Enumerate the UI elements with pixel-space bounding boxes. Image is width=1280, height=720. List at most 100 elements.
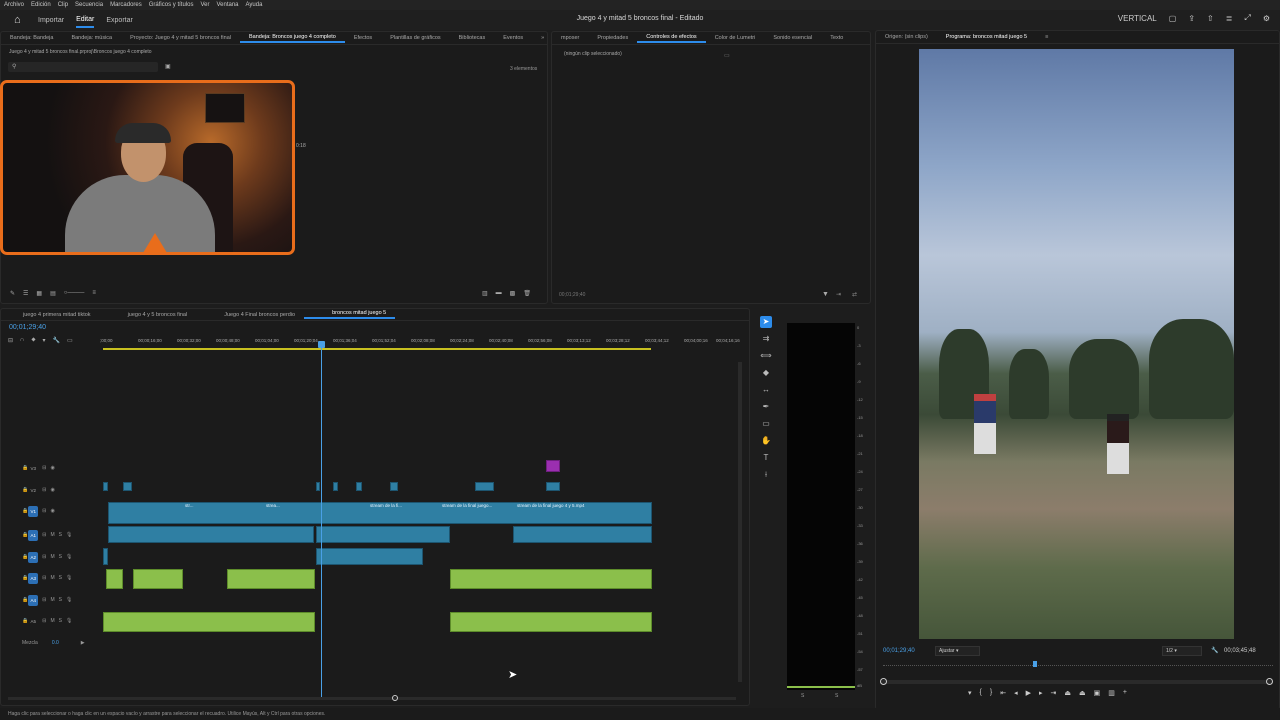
zoom-handle-right[interactable]: [1266, 678, 1273, 685]
pen-tool-icon[interactable]: ✒: [763, 401, 770, 413]
step-back-icon[interactable]: ◂: [1014, 689, 1018, 697]
settings-icon[interactable]: ⚙: [1263, 14, 1270, 23]
icon-view-icon[interactable]: ▦: [36, 290, 42, 297]
menu-ayuda[interactable]: Ayuda: [246, 2, 263, 8]
mark-in-icon[interactable]: {: [980, 689, 982, 697]
video-clip[interactable]: [546, 482, 560, 491]
menu-ver[interactable]: Ver: [200, 2, 209, 8]
panel-menu-icon[interactable]: ▭: [724, 52, 730, 59]
program-menu-icon[interactable]: ≡: [1036, 34, 1057, 40]
sync-icon[interactable]: ⊟: [42, 575, 46, 581]
mute-icon[interactable]: M: [50, 618, 54, 624]
menu-clip[interactable]: Clip: [58, 2, 68, 8]
resolution-dropdown[interactable]: 1/2 ▾: [1162, 646, 1202, 656]
sync-icon[interactable]: ⊟: [42, 487, 46, 493]
audio-clip-a1[interactable]: [316, 526, 450, 543]
solo-icon[interactable]: S: [59, 575, 62, 581]
wrench-icon[interactable]: 🔧: [1211, 647, 1218, 654]
tab-program[interactable]: Programa: broncos mitad juego 5: [937, 34, 1036, 40]
track-select-tool-icon[interactable]: ⇉: [763, 333, 770, 345]
fullscreen-icon[interactable]: ⤢: [1244, 13, 1250, 23]
audio-clip-a2[interactable]: [316, 548, 423, 565]
filter-icon[interactable]: ▼: [822, 291, 829, 298]
loop-icon[interactable]: ⇄: [852, 291, 857, 298]
quick-export-icon[interactable]: ⇧: [1207, 14, 1214, 23]
snap-icon[interactable]: ⊟: [8, 337, 13, 344]
program-ruler[interactable]: [883, 662, 1273, 666]
mute-icon[interactable]: M: [50, 532, 54, 538]
list-view-icon[interactable]: ☰: [23, 290, 28, 297]
tab-seq-3[interactable]: Juego 4 Final broncos perdio: [196, 312, 304, 318]
sync-icon[interactable]: ⊟: [42, 618, 46, 624]
rectangle-tool-icon[interactable]: ▭: [762, 418, 770, 430]
type-tool-icon[interactable]: T: [764, 452, 769, 464]
tab-project[interactable]: Proyecto: Juego 4 y mitad 5 broncos fina…: [121, 35, 240, 41]
audio-clip-a2[interactable]: [103, 548, 108, 565]
program-video-frame[interactable]: [919, 49, 1234, 639]
marker-add-icon[interactable]: ▾: [43, 337, 46, 344]
trash-icon[interactable]: 🗑: [523, 290, 531, 297]
track-label-v1[interactable]: V1: [28, 505, 39, 517]
tab-effect-controls[interactable]: Controles de efectos: [637, 34, 706, 43]
menu-edicion[interactable]: Edición: [31, 2, 51, 8]
workspace-import[interactable]: Importar: [38, 14, 64, 27]
menu-marcadores[interactable]: Marcadores: [110, 2, 142, 8]
extract-icon[interactable]: ⏏: [1079, 689, 1086, 697]
track-label-v3[interactable]: V3: [28, 463, 38, 474]
music-clip-a3[interactable]: [450, 569, 652, 589]
sync-icon[interactable]: ⊟: [42, 508, 46, 514]
tab-seq-2[interactable]: juego 4 y 5 broncos final: [100, 312, 197, 318]
solo-icon[interactable]: S: [59, 618, 62, 624]
eye-icon[interactable]: ◉: [50, 508, 54, 514]
freeform-view-icon[interactable]: ▤: [50, 290, 56, 297]
video-clip[interactable]: [475, 482, 494, 491]
sync-icon[interactable]: ⊟: [42, 597, 46, 603]
tab-lumetri[interactable]: Color de Lumetri: [706, 35, 765, 41]
workspace-export[interactable]: Exportar: [106, 14, 132, 27]
program-timecode[interactable]: 00;01;29;40: [883, 648, 915, 654]
meter-solo-left[interactable]: S: [801, 693, 804, 699]
add-icon[interactable]: +: [1123, 689, 1127, 697]
menu-secuencia[interactable]: Secuencia: [75, 2, 103, 8]
tab-bin-bandeja[interactable]: Bandeja: Bandeja: [1, 35, 62, 41]
music-clip-a3[interactable]: [133, 569, 183, 589]
hand-tool-icon[interactable]: ✋: [761, 435, 771, 447]
video-clip[interactable]: [356, 482, 362, 491]
workspace-edit[interactable]: Editar: [76, 13, 95, 28]
video-clip[interactable]: [103, 482, 108, 491]
eye-icon[interactable]: ◉: [50, 465, 54, 471]
tab-seq-1[interactable]: juego 4 primera mitad tiktok: [1, 312, 100, 318]
marker-icon[interactable]: ▾: [968, 689, 972, 697]
go-to-out-icon[interactable]: ⇥: [1051, 689, 1057, 697]
tab-composer[interactable]: mposer: [552, 35, 588, 41]
music-clip-a3[interactable]: [106, 569, 123, 589]
more-tabs-icon[interactable]: »: [532, 35, 547, 41]
music-clip-a3[interactable]: [227, 569, 315, 589]
menu-graficos[interactable]: Gráficos y títulos: [149, 2, 194, 8]
tab-effects[interactable]: Efectos: [345, 35, 381, 41]
tab-bin-musica[interactable]: Bandeja: música: [62, 35, 121, 41]
track-label-a1[interactable]: A1: [28, 529, 39, 541]
timeline-horizontal-scrollbar[interactable]: [8, 697, 736, 700]
track-label-v2[interactable]: V2: [28, 485, 38, 496]
solo-icon[interactable]: S: [59, 597, 62, 603]
mic-icon[interactable]: 🎙: [66, 554, 72, 560]
track-label-a5[interactable]: A5: [28, 616, 38, 627]
tab-essential-sound[interactable]: Sonido esencial: [764, 35, 821, 41]
ripple-edit-tool-icon[interactable]: ⟺: [760, 350, 771, 362]
solo-icon[interactable]: S: [59, 554, 62, 560]
zoom-slider[interactable]: ○────: [64, 290, 85, 297]
timeline-playhead[interactable]: [321, 343, 322, 698]
fit-dropdown[interactable]: Ajustar ▾: [935, 646, 980, 656]
music-clip-a5[interactable]: [450, 612, 652, 632]
play-icon[interactable]: ▶: [1026, 689, 1031, 697]
tab-bin-broncos[interactable]: Bandeja: Broncos juego 4 completo: [240, 34, 345, 43]
layout-icon[interactable]: ▢: [1169, 14, 1177, 23]
tab-seq-4[interactable]: broncos mitad juego 5: [304, 310, 396, 319]
solo-icon[interactable]: S: [59, 532, 62, 538]
tab-graphic-templates[interactable]: Plantillas de gráficos: [381, 35, 449, 41]
sync-icon[interactable]: ⊟: [42, 532, 46, 538]
razor-tool-icon[interactable]: ◆: [763, 367, 769, 379]
meter-solo-right[interactable]: S: [835, 693, 838, 699]
automate-icon[interactable]: ▥: [482, 290, 488, 297]
